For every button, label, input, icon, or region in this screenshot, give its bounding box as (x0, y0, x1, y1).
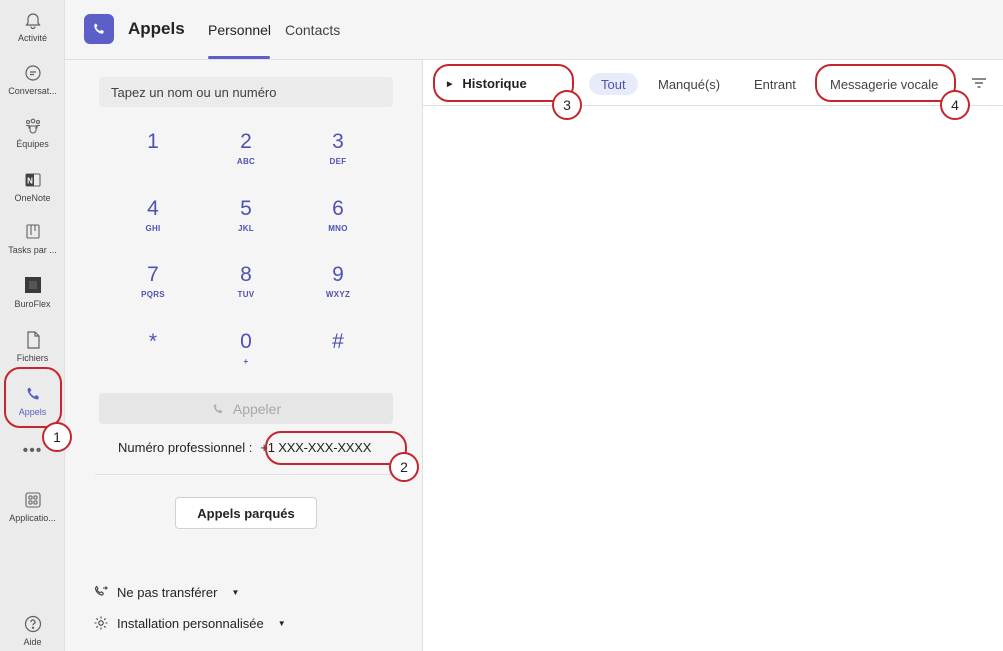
dial-key-8[interactable]: 8 TUV (211, 263, 281, 319)
buroflex-icon (24, 277, 41, 293)
tab-contacts[interactable]: Contacts (285, 22, 340, 38)
key-digit: # (332, 330, 344, 353)
dial-key-7[interactable]: 7 PQRS (118, 263, 188, 319)
dial-key-0[interactable]: 0 + (211, 330, 281, 386)
rail-label: OneNote (14, 193, 51, 203)
filter-all[interactable]: Tout (589, 73, 638, 95)
active-tab-indicator (208, 56, 270, 59)
tab-personnel[interactable]: Personnel (208, 22, 271, 38)
forwarding-label: Ne pas transférer (117, 584, 218, 600)
key-letters: DEF (329, 157, 347, 166)
rail-item-tasks[interactable]: Tasks par ... (0, 222, 65, 272)
bell-icon (24, 13, 41, 30)
rail-item-chat[interactable]: Conversat... (0, 63, 65, 113)
filter-missed[interactable]: Manqué(s) (658, 73, 720, 95)
key-digit: 2 (240, 130, 252, 153)
key-letters: PQRS (141, 290, 165, 299)
rail-item-help[interactable]: Aide (0, 614, 65, 651)
call-forward-icon (94, 585, 108, 596)
key-letters: ABC (236, 157, 256, 166)
divider (95, 474, 395, 475)
dial-key-9[interactable]: 9 WXYZ (303, 263, 373, 319)
parked-calls-button[interactable]: Appels parqués (175, 497, 317, 529)
teams-window: Activité Conversat... Équipes N OneNote … (0, 0, 1003, 651)
gear-icon (94, 616, 108, 630)
chat-icon (24, 65, 41, 81)
chevron-down-icon: ▼ (231, 587, 240, 597)
phone-icon (213, 403, 223, 413)
key-digit: 8 (240, 263, 252, 286)
help-icon (24, 615, 41, 633)
work-number-label: Numéro professionnel : (118, 440, 253, 455)
key-digit: 9 (332, 263, 344, 286)
key-digit: 5 (240, 197, 252, 220)
rail-item-apps[interactable]: Applicatio... (0, 490, 65, 540)
filter-incoming[interactable]: Entrant (754, 73, 796, 95)
key-letters: MNO (328, 224, 348, 233)
call-button[interactable]: Appeler (99, 393, 393, 424)
dial-panel: 1 2 ABC 3 DEF 4 GHI 5 JKL 6 MNO 7 PQRS 8 TUV 9 W… (65, 60, 423, 651)
chevron-down-icon: ▼ (277, 618, 286, 628)
app-rail: Activité Conversat... Équipes N OneNote … (0, 0, 65, 651)
calls-app-logo (84, 14, 114, 44)
phone-icon (94, 23, 104, 34)
rail-label: Activité (17, 33, 47, 43)
dial-key-1[interactable]: 1 (118, 130, 188, 186)
key-letters: WXYZ (325, 290, 351, 299)
callout-badge-3: 3 (552, 90, 582, 120)
key-letters: TUV (237, 290, 255, 299)
rail-item-onenote[interactable]: N OneNote (0, 170, 65, 220)
dial-search-input[interactable] (99, 77, 393, 107)
dial-key-3[interactable]: 3 DEF (303, 130, 373, 186)
rail-label: Aide (23, 637, 42, 647)
callout-badge-4: 4 (940, 90, 970, 120)
key-digit: 4 (147, 197, 159, 220)
dial-key-4[interactable]: 4 GHI (118, 197, 188, 253)
file-icon (26, 331, 40, 349)
callout-ring-2 (265, 431, 407, 465)
key-digit: 0 (240, 330, 252, 353)
custom-setup-dropdown[interactable]: Installation personnalisée ▼ (93, 615, 286, 631)
dial-key-6[interactable]: 6 MNO (303, 197, 373, 253)
apps-icon (24, 492, 41, 508)
tasks-icon (25, 224, 40, 239)
dial-key-2[interactable]: 2 ABC (211, 130, 281, 186)
key-letters: GHI (145, 224, 161, 233)
app-header: Appels Personnel Contacts (65, 0, 1003, 60)
callout-badge-1: 1 (42, 422, 72, 452)
key-digit: 3 (332, 130, 344, 153)
custom-setup-label: Installation personnalisée (117, 615, 264, 631)
rail-label: Tasks par ... (8, 245, 57, 255)
teams-icon (25, 118, 40, 134)
key-letters: JKL (237, 224, 254, 233)
history-panel: ▶ Historique Tout Manqué(s) Entrant Mess… (423, 60, 1003, 651)
onenote-icon: N (24, 173, 41, 187)
key-digit: 7 (147, 263, 159, 286)
callout-ring-3 (433, 64, 574, 102)
callout-ring-4 (815, 64, 956, 102)
forwarding-dropdown[interactable]: Ne pas transférer ▼ (93, 584, 239, 600)
rail-label: Fichiers (16, 353, 49, 363)
rail-item-activity[interactable]: Activité (0, 10, 65, 60)
page-title: Appels (128, 19, 185, 38)
call-button-label: Appeler (232, 400, 282, 417)
filter-icon[interactable] (971, 76, 987, 90)
rail-label: Équipes (16, 139, 49, 149)
key-digit: 6 (332, 197, 344, 220)
callout-badge-2: 2 (389, 452, 419, 482)
rail-label: BuroFlex (14, 299, 51, 309)
key-letters: + (243, 357, 249, 366)
dial-key-star[interactable]: * (118, 330, 188, 386)
dial-key-5[interactable]: 5 JKL (211, 197, 281, 253)
rail-item-buroflex[interactable]: BuroFlex (0, 276, 65, 326)
key-digit: 1 (147, 130, 159, 153)
rail-label: Applicatio... (9, 513, 56, 523)
key-digit: * (148, 330, 158, 353)
svg-text:N: N (27, 177, 33, 186)
rail-item-teams[interactable]: Équipes (0, 116, 65, 166)
dial-key-hash[interactable]: # (303, 330, 373, 386)
callout-ring-1 (4, 367, 62, 428)
rail-label: Conversat... (8, 86, 57, 96)
